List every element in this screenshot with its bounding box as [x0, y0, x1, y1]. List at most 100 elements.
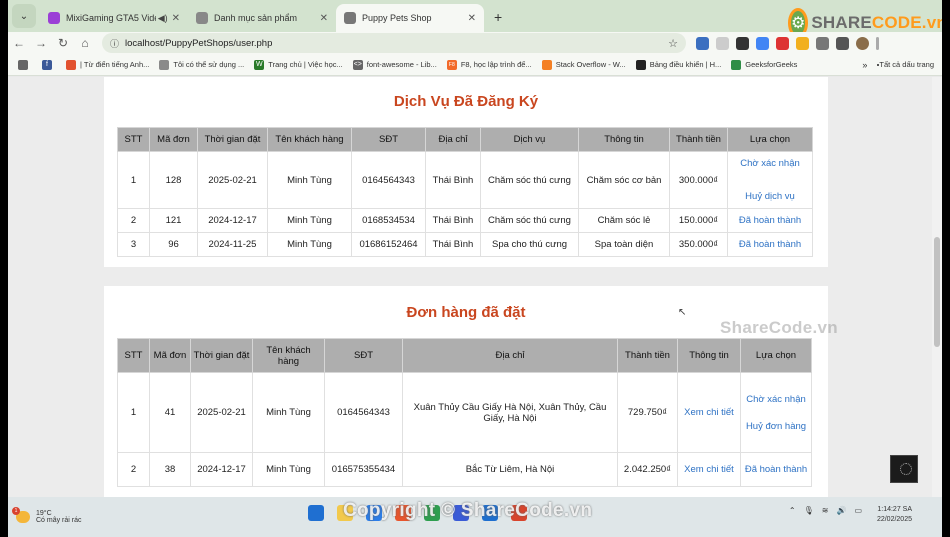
volume-icon[interactable]: 🔊: [836, 506, 846, 515]
microphone-icon[interactable]: 🎙: [804, 506, 814, 515]
services-card: Dịch Vụ Đã Đăng Ký STT Mã đơn Thời gian …: [104, 77, 828, 267]
new-tab-button[interactable]: +: [494, 9, 502, 25]
bookmark-item[interactable]: Stack Overflow - W...: [541, 59, 626, 70]
status-link[interactable]: Đã hoàn thành: [739, 215, 801, 226]
cell-customer: Minh Tùng: [267, 151, 352, 209]
table-row: 1 128 2025-02-21 Minh Tùng 0164564343 Th…: [117, 151, 813, 209]
column-header: Thành tiền: [617, 338, 678, 373]
extension-puzzle-icon[interactable]: [816, 36, 829, 50]
bookmark-item[interactable]: <> font-awesome - Lib...: [352, 59, 437, 70]
cell-date: 2024-12-17: [197, 208, 268, 233]
chevron-up-icon[interactable]: ⌃: [789, 506, 796, 515]
column-header: SĐT: [324, 338, 403, 373]
extension-icon[interactable]: [756, 36, 769, 50]
cancel-order-link[interactable]: Huỷ đơn hàng: [744, 421, 808, 432]
bookmark-item[interactable]: f: [42, 59, 56, 70]
start-windows-icon[interactable]: [308, 505, 324, 521]
cell-actions: Đã hoàn thành: [740, 452, 812, 487]
table-row: 2 38 2024-12-17 Minh Tùng 016575355434 B…: [117, 452, 812, 487]
geeksforgeeks-icon: [731, 59, 742, 70]
address-bar[interactable]: ⓘ localhost/PuppyPetShops/user.php ☆: [102, 33, 686, 53]
scrollbar-thumb[interactable]: [934, 237, 940, 347]
tab-danh-muc[interactable]: Danh mục sản phẩm ✕: [188, 4, 336, 32]
extension-icon[interactable]: [736, 36, 749, 50]
table-row: 3 96 2024-11-25 Minh Tùng 01686152464 Th…: [117, 232, 813, 257]
taskbar-clock[interactable]: 1:14:27 SA 22/02/2025: [877, 505, 912, 525]
bookmark-item[interactable]: W Trang chủ | Việc học...: [254, 59, 343, 70]
close-icon[interactable]: ✕: [172, 13, 180, 24]
status-link[interactable]: Chờ xác nhận: [744, 394, 808, 405]
extension-icon[interactable]: [796, 36, 809, 50]
weather-widget[interactable]: 1 19°C Có mây rải rác: [12, 507, 82, 524]
cell-total: 729.750₫: [617, 372, 678, 453]
home-icon[interactable]: ⌂: [74, 36, 96, 50]
table-row: 2 121 2024-12-17 Minh Tùng 0168534534 Th…: [117, 208, 813, 233]
cell-phone: 016575355434: [324, 452, 403, 487]
page-icon: [159, 59, 170, 70]
cell-date: 2025-02-21: [190, 372, 253, 453]
bookmark-item[interactable]: F8 F8, học lập trình để...: [446, 59, 532, 70]
column-header: Tên khách hàng: [252, 338, 325, 373]
close-icon[interactable]: ✕: [468, 13, 476, 24]
column-header: Lựa chọn: [740, 338, 812, 373]
bookmark-item[interactable]: Bảng điều khiển | H...: [635, 59, 721, 70]
cell-order-id: 128: [149, 151, 198, 209]
extension-icon[interactable]: [776, 36, 789, 50]
extension-icon[interactable]: [696, 36, 709, 50]
tab-mixigaming[interactable]: MixiGaming GTA5 Video Pl ◀) ✕: [40, 4, 188, 32]
status-link[interactable]: Chờ xác nhận: [731, 158, 809, 169]
cell-service: Chăm sóc thú cưng: [480, 208, 579, 233]
column-header: Mã đơn: [149, 127, 198, 152]
clock-time: 1:14:27 SA: [877, 506, 912, 513]
cell-address: Xuân Thủy Cầu Giấy Hà Nội, Xuân Thủy, Cầ…: [402, 372, 618, 453]
tab-puppy-pets-shop[interactable]: Puppy Pets Shop ✕: [336, 4, 484, 32]
table-row: 1 41 2025-02-21 Minh Tùng 0164564343 Xuâ…: [117, 372, 812, 453]
cell-date: 2025-02-21: [197, 151, 268, 209]
bookmark-item[interactable]: GeeksforGeeks: [731, 59, 797, 70]
cell-address: Thái Bình: [425, 208, 481, 233]
status-link[interactable]: Đã hoàn thành: [739, 239, 801, 250]
cell-customer: Minh Tùng: [267, 208, 352, 233]
cancel-service-link[interactable]: Huỷ dịch vụ: [731, 191, 809, 202]
cell-stt: 1: [117, 372, 150, 453]
cell-customer: Minh Tùng: [252, 372, 325, 453]
bookmark-star-icon[interactable]: ☆: [668, 37, 678, 50]
status-link[interactable]: Đã hoàn thành: [745, 464, 807, 475]
page-scrollbar[interactable]: [932, 77, 942, 497]
video-thumbnail-overlay: [890, 455, 918, 483]
audio-icon[interactable]: ◀): [158, 13, 168, 24]
bookmark-item[interactable]: | Từ điển tiếng Anh...: [66, 59, 149, 70]
mouse-cursor-icon: ↖: [678, 307, 687, 318]
column-header: Tên khách hàng: [267, 127, 352, 152]
reload-icon[interactable]: ↻: [52, 36, 74, 50]
extensions-bar: [696, 36, 886, 50]
battery-icon[interactable]: ▭: [854, 506, 862, 515]
column-header: Thông tin: [578, 127, 670, 152]
column-header: Thời gian đặt: [190, 338, 253, 373]
column-header: Địa chỉ: [402, 338, 618, 373]
extension-icon[interactable]: [836, 36, 849, 50]
close-icon[interactable]: ✕: [320, 13, 328, 24]
wifi-icon[interactable]: ≋: [822, 506, 829, 515]
bookmark-apps[interactable]: [18, 59, 32, 70]
cell-info: Xem chi tiết: [677, 452, 741, 487]
column-header: Thông tin: [677, 338, 741, 373]
bookmarks-more-icon[interactable]: »: [862, 60, 867, 70]
cell-info: Chăm sóc lẻ: [578, 208, 670, 233]
back-icon[interactable]: ←: [8, 36, 30, 50]
view-details-link[interactable]: Xem chi tiết: [684, 464, 734, 475]
cell-info: Chăm sóc cơ bản: [578, 151, 670, 209]
extension-icon[interactable]: [716, 36, 729, 50]
bookmark-item[interactable]: Tôi có thể sử dụng ...: [159, 59, 244, 70]
menu-dots-icon[interactable]: [876, 36, 879, 50]
forward-icon[interactable]: →: [30, 36, 52, 50]
all-bookmarks[interactable]: Tất cả dấu trang: [877, 60, 934, 69]
tab-search-icon[interactable]: ⌄: [12, 4, 36, 28]
w-icon: W: [254, 59, 265, 70]
view-details-link[interactable]: Xem chi tiết: [684, 407, 734, 418]
column-header: STT: [117, 127, 150, 152]
site-info-icon[interactable]: ⓘ: [110, 37, 119, 50]
screen: ⌄ MixiGaming GTA5 Video Pl ◀) ✕ Danh mục…: [8, 0, 942, 537]
column-header: Địa chỉ: [425, 127, 481, 152]
profile-avatar[interactable]: [856, 36, 869, 50]
